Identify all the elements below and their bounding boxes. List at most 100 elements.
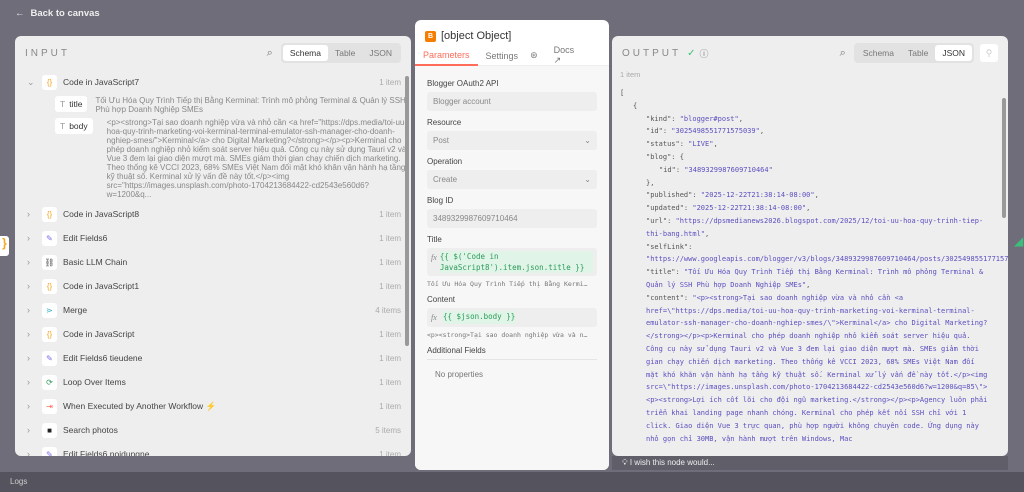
scrollbar[interactable] (405, 76, 409, 346)
node-title[interactable]: [object Object] (441, 30, 511, 42)
camera-icon: ■ (42, 422, 57, 438)
chevron-right-icon[interactable]: › (27, 449, 39, 456)
loop-icon: ⟳ (42, 374, 57, 390)
operation-select[interactable]: Create ⌄ (427, 170, 597, 189)
view-schema[interactable]: Schema (856, 45, 901, 61)
node-row-expanded[interactable]: ⌄ {} Code in JavaScript7 1 item (15, 70, 411, 94)
title-preview: Tối Ưu Hóa Quy Trình Tiếp thị Bằng Kermi… (427, 280, 588, 288)
link-icon: ⛓ (42, 254, 57, 270)
json-line: "title": "Tối Ưu Hóa Quy Trình Tiếp thị … (646, 268, 984, 289)
feedback-bar[interactable]: 💡︎ I wish this node would... (612, 456, 1008, 470)
chevron-right-icon[interactable]: › (27, 329, 39, 339)
credential-select[interactable]: Blogger account (427, 92, 597, 111)
chevron-right-icon[interactable]: › (27, 233, 39, 243)
node-row[interactable]: › ■ Search photos 5 items (15, 418, 411, 442)
input-title: INPUT (25, 47, 70, 59)
code-node-edge[interactable]: } (0, 236, 9, 256)
field-key[interactable]: Tbody (55, 118, 93, 134)
json-line: "kind": "blogger#post", (646, 114, 743, 123)
text-type-icon: T (60, 121, 66, 131)
node-row[interactable]: ›{} Code in JavaScript 1 item (15, 322, 411, 346)
node-row[interactable]: ›{} Code in JavaScript1 1 item (15, 274, 411, 298)
title-expression-input[interactable]: fx{{ $('Code in JavaScript8').item.json.… (427, 248, 597, 276)
arrow-left-icon: ← (15, 8, 25, 19)
chevron-right-icon[interactable]: › (27, 281, 39, 291)
json-line: "url": "https://dpsmedianews2026.blogspo… (646, 216, 984, 238)
node-row[interactable]: › ✎ Edit Fields6 1 item (15, 226, 411, 250)
json-line: [ (620, 89, 625, 97)
view-table[interactable]: Table (901, 45, 935, 61)
json-line: }, (646, 178, 655, 187)
chevron-right-icon[interactable]: › (27, 209, 39, 219)
back-to-canvas-button[interactable]: ← Back to canvas (15, 8, 100, 19)
node-row[interactable]: › ⛓ Basic LLM Chain 1 item (15, 250, 411, 274)
json-line: "blog": { (646, 152, 684, 161)
node-row[interactable]: › ✎ Edit Fields6 tieudene 1 item (15, 346, 411, 370)
output-panel: OUTPUT ✓ ⓘ ⌕ Schema Table JSON ⚲ 1 item [{… (612, 36, 1008, 456)
chevron-right-icon[interactable]: › (27, 401, 39, 411)
lightning-icon: ⚡ (205, 400, 217, 411)
pin-icon[interactable]: ⚲ (980, 44, 998, 62)
json-line: "updated": "2025-12-22T21:38:14-08:00", (646, 204, 811, 213)
chevron-right-icon[interactable]: › (27, 425, 39, 435)
content-expression-input[interactable]: fx{{ $json.body }} (427, 308, 597, 327)
json-output: [ { "kind": "blogger#post", "id": "30254985… (612, 87, 1008, 445)
node-row[interactable]: › ⟳ Loop Over Items 1 item (15, 370, 411, 394)
fx-icon: fx (431, 313, 437, 322)
view-table[interactable]: Table (328, 45, 362, 61)
blog-id-input[interactable]: 3489329987609710464 (427, 209, 597, 228)
node-parameters-panel: B [object Object] Parameters Settings ⊛ D… (415, 20, 609, 470)
logs-bar[interactable]: Logs (0, 472, 1024, 492)
json-line: "id": "3489329987609710464" (659, 165, 773, 174)
code-icon: {} (42, 326, 57, 342)
view-json[interactable]: JSON (935, 45, 972, 61)
input-panel: INPUT ⌕ Schema Table JSON ⌄ {} Code in Jav… (15, 36, 411, 456)
chevron-right-icon[interactable]: › (27, 353, 39, 363)
schema-field-title: Ttitle Tối Ưu Hóa Quy Trình Tiếp thị Bằn… (15, 94, 411, 116)
scrollbar[interactable] (1002, 98, 1006, 218)
pencil-icon: ✎ (42, 350, 57, 366)
output-view-toggle: Schema Table JSON (853, 43, 974, 63)
chevron-down-icon: ⌄ (584, 175, 591, 184)
search-icon[interactable]: ⌕ (267, 47, 273, 60)
help-icon[interactable]: ⊛ (526, 50, 542, 61)
json-line: "status": "LIVE", (646, 140, 718, 149)
fx-icon: fx (431, 253, 437, 262)
content-preview: <p><strong>Tại sao doanh nghiệp vừa và n… (427, 331, 588, 339)
view-json[interactable]: JSON (362, 45, 399, 61)
success-check-icon: ✓ (687, 47, 696, 59)
next-node-edge[interactable]: ◢ (1014, 234, 1024, 248)
node-row[interactable]: › ⋗ Merge 4 items (15, 298, 411, 322)
resource-select[interactable]: Post ⌄ (427, 131, 597, 150)
no-properties-text: No properties (435, 370, 484, 379)
tab-settings[interactable]: Settings (478, 51, 527, 61)
text-type-icon: T (60, 99, 66, 109)
tab-parameters[interactable]: Parameters (415, 46, 478, 66)
code-icon: {} (42, 74, 57, 90)
chevron-down-icon[interactable]: ⌄ (27, 77, 39, 88)
code-icon: {} (42, 278, 57, 294)
json-line: "published": "2025-12-22T21:38:14-08:00"… (646, 191, 819, 200)
json-line: { (633, 101, 638, 110)
view-schema[interactable]: Schema (282, 45, 328, 61)
merge-icon: ⋗ (42, 302, 57, 318)
docs-link[interactable]: Docs ↗ (542, 45, 609, 66)
search-icon[interactable]: ⌕ (840, 47, 846, 60)
pencil-icon: ✎ (42, 230, 57, 246)
chevron-down-icon: ⌄ (584, 136, 591, 145)
node-row[interactable]: › ✎ Edit Fields6 noidungne 1 item (15, 442, 411, 456)
node-row[interactable]: ›{} Code in JavaScript8 1 item (15, 202, 411, 226)
input-view-toggle: Schema Table JSON (280, 43, 401, 63)
external-link-icon: ↗ (553, 55, 562, 65)
json-line: "id": "3025498551771575039", (646, 127, 765, 136)
json-line: "selfLink": "https://www.googleapis.com/… (646, 242, 1008, 264)
info-icon[interactable]: ⓘ (700, 47, 709, 60)
chevron-right-icon[interactable]: › (27, 377, 39, 387)
field-key[interactable]: Ttitle (55, 96, 88, 112)
chevron-right-icon[interactable]: › (27, 257, 39, 267)
lightbulb-icon: 💡︎ (622, 458, 628, 467)
node-row[interactable]: › ⇥ When Executed by Another Workflow ⚡ 1 i… (15, 394, 411, 418)
pencil-icon: ✎ (42, 446, 57, 456)
chevron-right-icon[interactable]: › (27, 305, 39, 315)
schema-field-body: Tbody <p><strong>Tại sao doanh nghiệp vừ… (15, 116, 411, 202)
